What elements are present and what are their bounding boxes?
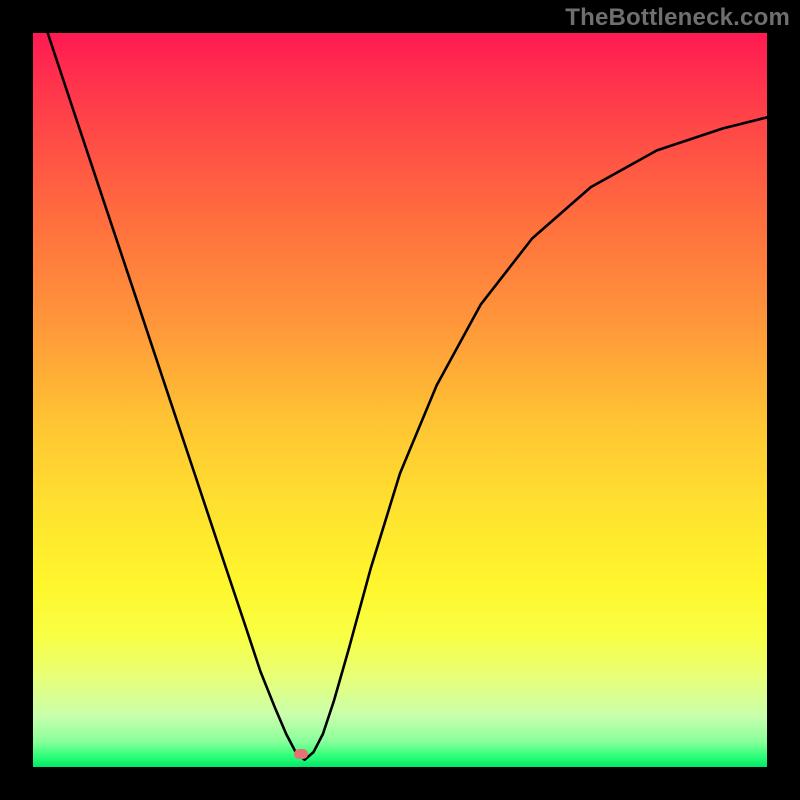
plot-area bbox=[33, 33, 767, 767]
optimum-marker bbox=[294, 749, 308, 759]
watermark-text: TheBottleneck.com bbox=[565, 4, 790, 32]
chart-frame: TheBottleneck.com bbox=[0, 0, 800, 800]
curve-svg bbox=[33, 33, 767, 767]
bottleneck-curve bbox=[48, 33, 767, 760]
